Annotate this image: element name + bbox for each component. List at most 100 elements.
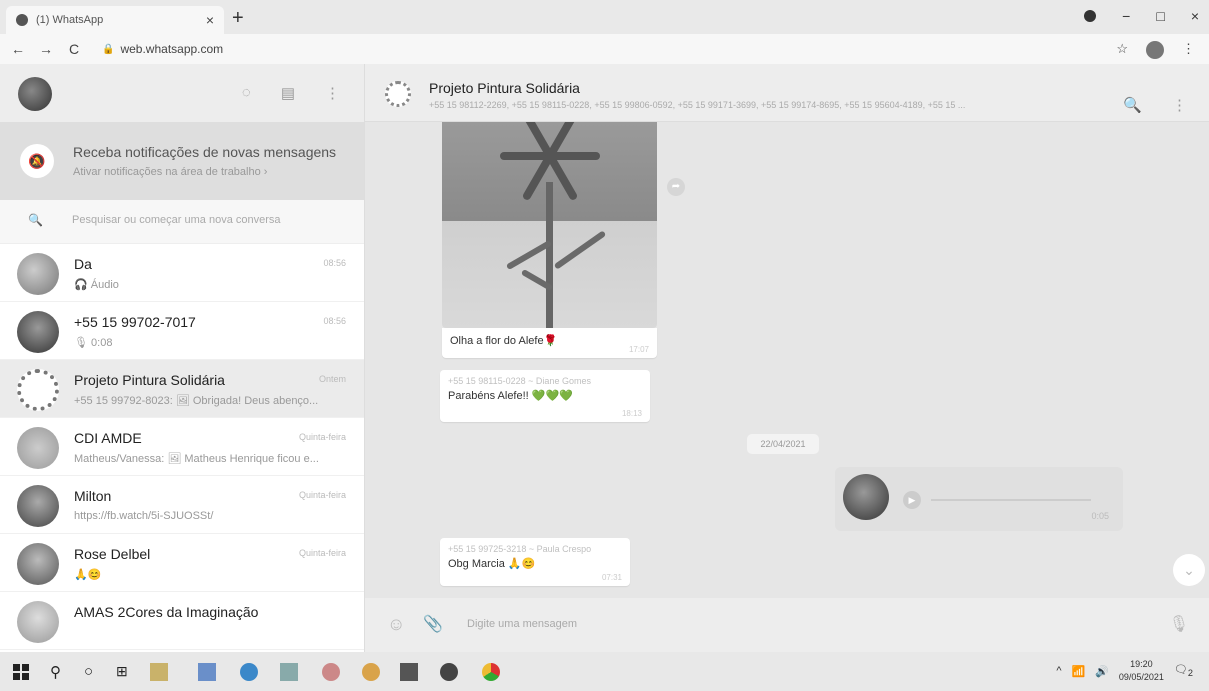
close-window-button[interactable]: × bbox=[1191, 8, 1199, 24]
browser-menu-icon[interactable]: ⋮ bbox=[1182, 41, 1195, 59]
chrome-icon[interactable] bbox=[482, 663, 500, 681]
audio-duration: 0:05 bbox=[1091, 511, 1109, 521]
cortana-icon[interactable]: ○ bbox=[84, 663, 102, 681]
volume-icon[interactable]: 🔊 bbox=[1095, 665, 1109, 678]
chat-time: Ontem bbox=[318, 374, 346, 384]
branch bbox=[553, 230, 607, 270]
search-icon: 🔍 bbox=[28, 213, 43, 227]
image-caption: Olha a flor do Alefe🌹 bbox=[450, 335, 558, 347]
sender-phone[interactable]: +55 15 99725-3218 bbox=[448, 544, 526, 554]
chat-item[interactable]: CDI AMDE Quinta-feira Matheus/Vanessa: 🖼… bbox=[0, 418, 364, 476]
avatar bbox=[17, 543, 59, 585]
group-members: +55 15 98112-2269, +55 15 98115-0228, +5… bbox=[429, 100, 966, 110]
chat-item[interactable]: Rose Delbel Quinta-feira 🙏😊 bbox=[0, 534, 364, 592]
chat-item[interactable]: Da 08:56 🎧 Áudio bbox=[0, 244, 364, 302]
avatar bbox=[17, 253, 59, 295]
notification-link[interactable]: Ativar notificações na área de trabalho … bbox=[73, 166, 267, 178]
sender-phone[interactable]: +55 15 98115-0228 bbox=[448, 376, 526, 386]
chat-name: Rose Delbel bbox=[74, 546, 151, 562]
emoji-icon[interactable]: ☺ bbox=[387, 614, 405, 635]
left-header: ◌ ▤ ⋮ bbox=[0, 64, 364, 122]
chat-preview: 🎧 Áudio bbox=[74, 279, 119, 291]
chat-preview: 🎙 0:08 bbox=[74, 337, 113, 349]
avatar bbox=[17, 485, 59, 527]
group-name: Projeto Pintura Solidária bbox=[429, 80, 580, 96]
message-input[interactable]: Digite uma mensagem bbox=[467, 618, 577, 630]
clock-date: 09/05/2021 bbox=[1118, 672, 1164, 682]
compose-bar: ☺ 📎 Digite uma mensagem 🎙 bbox=[365, 598, 1209, 652]
search-bar: 🔍 Pesquisar ou começar uma nova conversa bbox=[0, 200, 364, 244]
clock[interactable]: 19:20 09/05/2021 bbox=[1119, 658, 1164, 684]
audio-message: ▶ 0:05 bbox=[835, 467, 1123, 531]
network-icon[interactable]: 📶 bbox=[1071, 665, 1085, 678]
windows-start-icon[interactable] bbox=[12, 663, 30, 681]
forward-button[interactable]: → bbox=[36, 41, 56, 57]
avatar bbox=[17, 427, 59, 469]
minimize-button[interactable]: − bbox=[1122, 8, 1130, 24]
chat-preview: Matheus/Vanessa: 🖼 Matheus Henrique fico… bbox=[74, 453, 319, 465]
app-icon[interactable] bbox=[440, 663, 458, 681]
scroll-down-button[interactable]: ⌄ bbox=[1173, 554, 1205, 586]
message-text: Obg Marcia 🙏😊 bbox=[448, 558, 536, 570]
chat-item[interactable]: Milton Quinta-feira https://fb.watch/5i-… bbox=[0, 476, 364, 534]
avatar bbox=[843, 474, 889, 520]
date-chip: 22/04/2021 bbox=[747, 434, 819, 454]
chat-item[interactable]: AMAS 2Cores da Imaginação bbox=[0, 592, 364, 650]
notification-banner[interactable]: 🔕 Receba notificações de novas mensagens… bbox=[0, 122, 364, 200]
back-button[interactable]: ← bbox=[8, 41, 28, 57]
stem bbox=[546, 182, 553, 328]
notification-center-icon[interactable]: 🗨2 bbox=[1174, 663, 1193, 678]
forward-icon[interactable]: ➦ bbox=[667, 178, 685, 196]
chat-item[interactable]: +55 15 99702-7017 08:56 🎙 0:08 bbox=[0, 302, 364, 360]
address-bar: ← → C 🔒 web.whatsapp.com ☆ ⋮ bbox=[0, 34, 1209, 64]
chat-name: Milton bbox=[74, 488, 112, 504]
image-caption-bubble: Olha a flor do Alefe🌹 17:07 bbox=[442, 328, 657, 358]
app-icon[interactable] bbox=[362, 663, 380, 681]
search-input[interactable]: Pesquisar ou começar uma nova conversa bbox=[72, 214, 281, 226]
message-time: 18:13 bbox=[621, 409, 642, 418]
app-icon[interactable] bbox=[280, 663, 298, 681]
message-time: 17:07 bbox=[628, 345, 649, 354]
status-icon[interactable]: ◌ bbox=[242, 84, 251, 102]
window-controls: − □ × bbox=[1084, 8, 1199, 24]
reload-button[interactable]: C bbox=[64, 41, 84, 57]
edge-icon[interactable] bbox=[240, 663, 258, 681]
search-icon[interactable]: 🔍 bbox=[1123, 96, 1142, 114]
url-field[interactable]: web.whatsapp.com bbox=[120, 42, 223, 56]
tray-arrow-icon[interactable]: ^ bbox=[1056, 665, 1061, 677]
clock-time: 19:20 bbox=[1130, 659, 1153, 669]
menu-icon[interactable]: ⋮ bbox=[1172, 96, 1187, 114]
message-time: 07:31 bbox=[601, 573, 622, 582]
avatar bbox=[17, 311, 59, 353]
conversation-header[interactable]: Projeto Pintura Solidária +55 15 98112-2… bbox=[365, 64, 1209, 122]
briefcase-icon[interactable] bbox=[400, 663, 418, 681]
record-icon[interactable] bbox=[1084, 10, 1097, 22]
bookmark-star-icon[interactable]: ☆ bbox=[1116, 41, 1128, 59]
play-icon[interactable]: ▶ bbox=[903, 491, 921, 509]
message-text: Parabéns Alefe!! 💚💚💚 bbox=[448, 390, 573, 402]
audio-progress-bar[interactable] bbox=[931, 499, 1091, 501]
file-explorer-icon[interactable] bbox=[150, 663, 168, 681]
my-avatar[interactable] bbox=[18, 77, 52, 111]
lock-icon: 🔒 bbox=[102, 43, 115, 55]
new-chat-icon[interactable]: ▤ bbox=[281, 84, 295, 102]
browser-tab-bar: (1) WhatsApp × + − □ × bbox=[0, 0, 1209, 34]
browser-tab[interactable]: (1) WhatsApp × bbox=[6, 6, 224, 34]
new-tab-button[interactable]: + bbox=[232, 7, 244, 30]
task-view-icon[interactable]: ⊞ bbox=[116, 663, 134, 681]
menu-icon[interactable]: ⋮ bbox=[325, 84, 340, 102]
chat-item[interactable]: Projeto Pintura Solidária Ontem +55 15 9… bbox=[0, 360, 364, 418]
search-icon[interactable]: ⚲ bbox=[50, 663, 68, 681]
sender-name: ~ Paula Crespo bbox=[528, 544, 592, 554]
store-icon[interactable] bbox=[198, 663, 216, 681]
flower-image[interactable] bbox=[442, 122, 657, 328]
mic-icon[interactable]: 🎙 bbox=[1169, 614, 1189, 634]
app-icon[interactable] bbox=[322, 663, 340, 681]
attach-icon[interactable]: 📎 bbox=[423, 614, 443, 634]
tab-close-icon[interactable]: × bbox=[206, 12, 214, 28]
group-avatar[interactable] bbox=[385, 81, 411, 107]
maximize-button[interactable]: □ bbox=[1156, 8, 1164, 24]
chat-name: AMAS 2Cores da Imaginação bbox=[74, 604, 259, 620]
profile-avatar[interactable] bbox=[1146, 41, 1164, 59]
conversation-pane: Projeto Pintura Solidária +55 15 98112-2… bbox=[365, 64, 1209, 652]
